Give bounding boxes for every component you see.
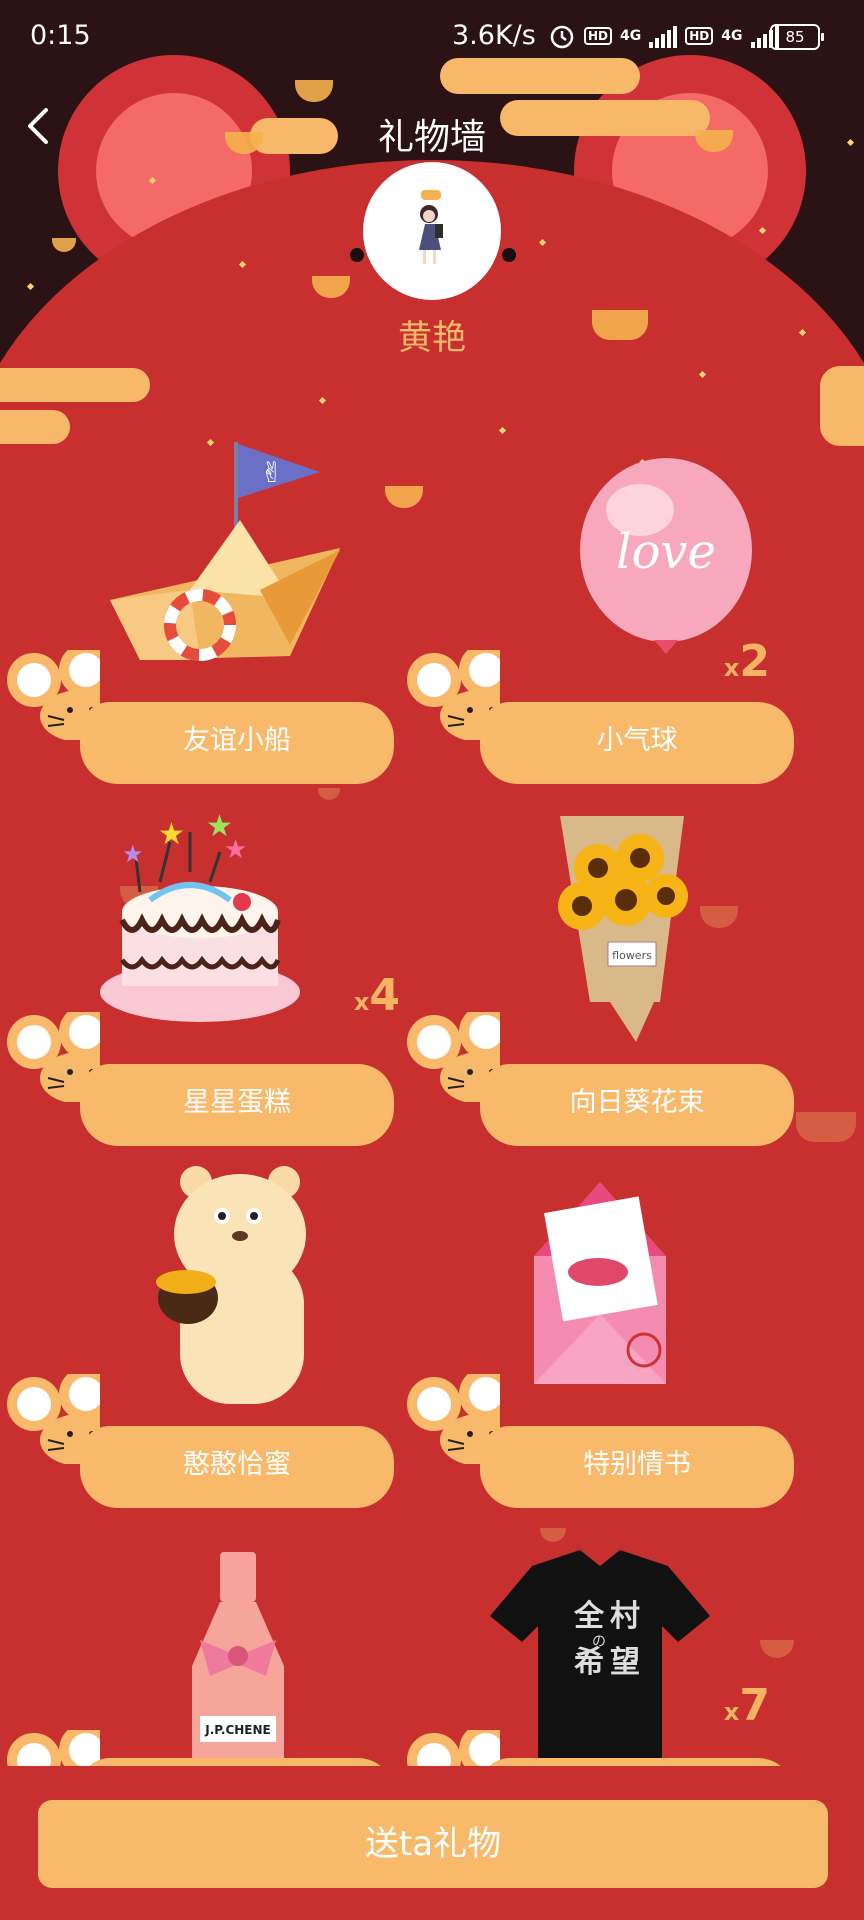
bottle-label-text: J.P.CHENE [204,1723,270,1737]
gift-name: 憨憨恰蜜 [183,1449,291,1480]
battery-indicator: 85 [770,24,824,50]
cloud-decoration [820,366,864,446]
tshirt-text: 望 [610,1645,640,1680]
gift-card[interactable]: flowers 向日葵花束 [400,802,800,1146]
alarm-icon [550,25,574,49]
status-bar: 0:15 3.6K/s HD 4G HD 4G 85 [0,0,864,72]
status-icons: HD 4G HD 4G [548,22,779,50]
gift-card[interactable]: ✌ 友谊小船 [0,440,400,784]
gift-name: 小气球 [596,725,678,756]
tshirt-text: 全 [573,1599,605,1634]
avatar-illustration [419,190,443,264]
quantity-value: 4 [369,970,400,1021]
hd-icon: HD [685,27,714,45]
mouse-mascot-icon [7,1730,100,1766]
gold-ingot-decoration [796,1112,856,1142]
mouse-eye-right [502,248,516,262]
gift-quantity: x7 [724,1680,770,1731]
status-time: 0:15 [30,20,91,51]
gift-wall-page: 0:15 3.6K/s HD 4G HD 4G 85 礼物墙 黄艳 ✌ 友谊小船… [0,0,864,1920]
network-type-label: 4G [721,28,743,44]
gift-quantity: x2 [724,636,770,687]
bouquet-tag-text: flowers [612,949,652,962]
svg-text:★: ★ [224,835,247,865]
svg-text:✌: ✌ [260,456,283,489]
page-title: 礼物墙 [377,117,486,158]
gift-name-plate [480,1758,794,1766]
avatar[interactable] [363,162,501,300]
hd-icon: HD [584,27,613,45]
gift-card[interactable]: love x2 小气球 [400,440,800,784]
gift-card[interactable]: ★ ★ ★ ★ x4 星星蛋糕 [0,802,400,1146]
quantity-prefix: x [723,654,740,682]
gift-name-plate [80,1758,394,1766]
gift-card[interactable]: 特别情书 [400,1164,800,1508]
mouse-eye-left [350,248,364,262]
gift-quantity: x4 [354,970,400,1021]
network-type-label: 4G [620,28,642,44]
balloon-text: love [616,524,716,580]
send-gift-button[interactable]: 送ta礼物 [38,1800,828,1888]
svg-text:★: ★ [122,840,144,868]
svg-text:★: ★ [158,817,185,852]
cloud-decoration [0,368,150,402]
quantity-value: 2 [739,636,770,687]
tshirt-text: 希 [574,1645,604,1680]
quantity-prefix: x [723,1698,740,1726]
mouse-mascot-icon [407,1730,500,1766]
network-speed: 3.6K/s [452,20,536,51]
gift-card[interactable]: 憨憨恰蜜 [0,1164,400,1508]
cloud-decoration [0,410,70,444]
recipient-name: 黄艳 [398,318,466,358]
quantity-value: 7 [739,1680,770,1731]
gift-card[interactable]: J.P.CHENE [0,1546,400,1766]
gift-name: 星星蛋糕 [183,1087,291,1118]
gift-name: 向日葵花束 [569,1087,705,1118]
gift-card[interactable]: 全 村 の 希 望 x7 [400,1546,800,1766]
gift-name: 友谊小船 [183,725,291,756]
quantity-prefix: x [353,988,370,1016]
tshirt-text: 村 [610,1599,640,1634]
signal-bars-icon [649,24,678,48]
gift-name: 特别情书 [583,1449,691,1480]
